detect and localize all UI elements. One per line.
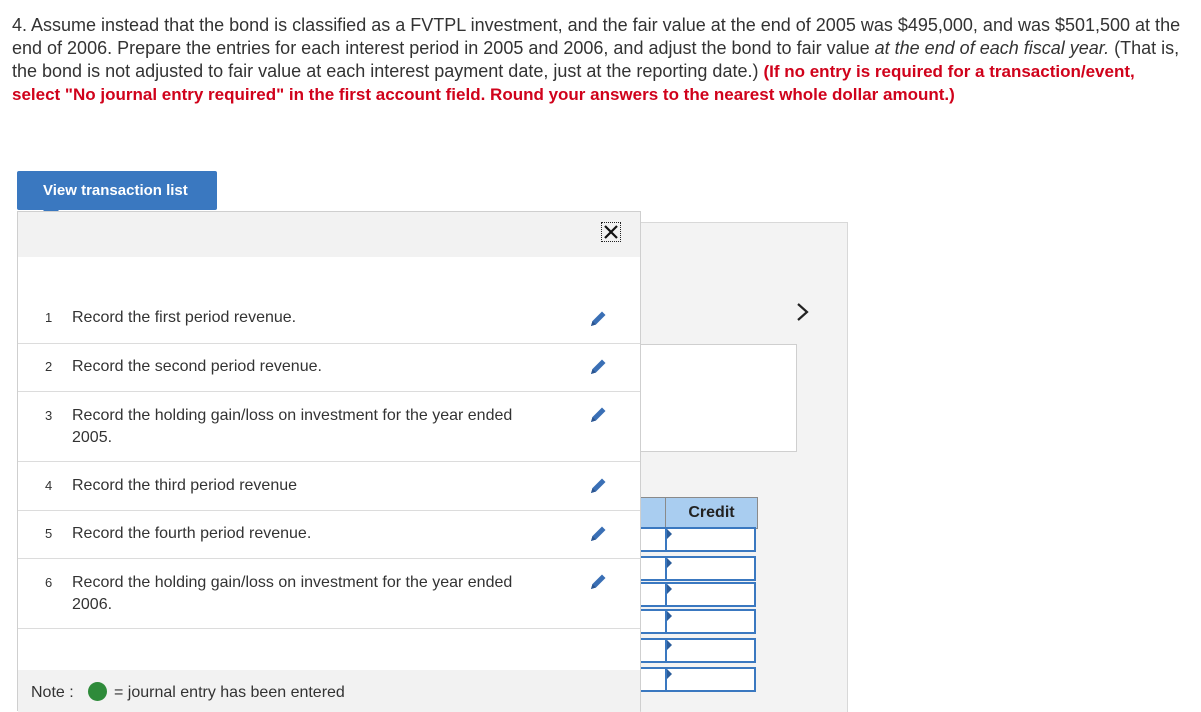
debit-input[interactable] [640,527,665,552]
debit-input[interactable] [640,609,665,634]
transaction-row[interactable]: 3 Record the holding gain/loss on invest… [18,392,640,462]
debit-column-header [640,497,665,529]
pencil-icon[interactable] [588,524,608,544]
view-transaction-list-button[interactable]: View transaction list [17,171,217,218]
transaction-row[interactable]: 5 Record the fourth period revenue. [18,511,640,559]
pencil-icon[interactable] [588,476,608,496]
note-label: Note : [31,684,74,701]
pencil-icon[interactable] [588,309,608,329]
note-bar: Note : = journal entry has been entered [18,670,640,712]
credit-column-header: Credit [665,497,758,529]
transaction-description: Record the fourth period revenue. [72,525,312,542]
pencil-icon[interactable] [588,405,608,425]
credit-input[interactable] [665,582,756,607]
transaction-description: Record the holding gain/loss on investme… [72,574,513,613]
transaction-row[interactable]: 6 Record the holding gain/loss on invest… [18,559,640,629]
transaction-row[interactable]: 2 Record the second period revenue. [18,344,640,392]
transaction-row[interactable]: 1 Record the first period revenue. [18,297,640,344]
transaction-description: Record the first period revenue. [72,309,297,326]
transaction-number: 1 [45,310,53,325]
debit-input[interactable] [640,556,665,581]
debit-input[interactable] [640,638,665,663]
debit-input[interactable] [640,582,665,607]
transaction-number: 4 [45,478,53,493]
transaction-list-popup: 1 Record the first period revenue. 2 Rec… [17,211,641,712]
debit-input[interactable] [640,667,665,692]
journal-info-box [640,344,797,452]
transaction-number: 6 [45,575,53,590]
credit-input[interactable] [665,609,756,634]
note-legend: = journal entry has been entered [114,684,345,701]
entered-status-dot-icon [88,682,107,701]
transaction-row[interactable]: 4 Record the third period revenue [18,462,640,511]
credit-input[interactable] [665,638,756,663]
close-icon[interactable] [601,222,621,242]
transaction-description: Record the third period revenue [72,477,298,494]
chevron-right-icon[interactable] [790,300,814,324]
transaction-number: 5 [45,526,53,541]
pencil-icon[interactable] [588,357,608,377]
credit-input[interactable] [665,667,756,692]
transaction-number: 3 [45,408,53,423]
credit-input[interactable] [665,527,756,552]
transaction-description: Record the holding gain/loss on investme… [72,407,513,446]
transaction-description: Record the second period revenue. [72,358,322,375]
question-emphasis: at the end of each fiscal year. [874,38,1110,58]
question-text: 4. Assume instead that the bond is class… [12,14,1182,106]
transaction-number: 2 [45,359,53,374]
pencil-icon[interactable] [588,572,608,592]
credit-input[interactable] [665,556,756,581]
popup-header [18,212,640,257]
